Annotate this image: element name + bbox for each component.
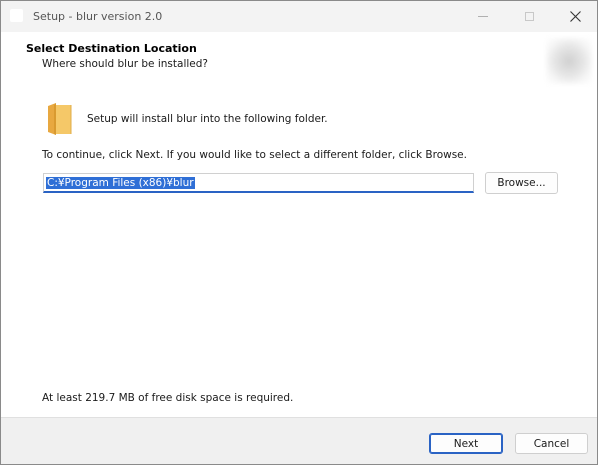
app-icon [10, 9, 23, 22]
title-bar[interactable]: Setup - blur version 2.0 [1, 1, 597, 32]
page-subtitle: Where should blur be installed? [42, 58, 208, 70]
cancel-button[interactable]: Cancel [515, 433, 588, 454]
maximize-icon [524, 12, 534, 21]
page-title: Select Destination Location [26, 42, 197, 55]
destination-path-input[interactable]: C:¥Program Files (x86)¥blur [43, 173, 474, 193]
wizard-footer: Next Cancel [1, 417, 597, 464]
disk-space-text: At least 219.7 MB of free disk space is … [42, 392, 294, 404]
path-value: C:¥Program Files (x86)¥blur [46, 176, 195, 189]
install-info-text: Setup will install blur into the followi… [87, 113, 328, 125]
wizard-header: Select Destination Location Where should… [1, 32, 597, 89]
continue-instructions: To continue, click Next. If you would li… [42, 149, 467, 161]
next-button[interactable]: Next [429, 433, 503, 454]
wizard-body: Setup will install blur into the followi… [1, 90, 597, 417]
close-icon [569, 11, 581, 22]
maximize-button[interactable] [506, 1, 552, 32]
setup-window: Setup - blur version 2.0 Select Destinat… [0, 0, 598, 465]
window-title: Setup - blur version 2.0 [33, 10, 163, 23]
minimize-button[interactable] [460, 1, 506, 32]
close-button[interactable] [552, 1, 597, 32]
browse-button[interactable]: Browse... [485, 172, 558, 194]
folder-icon [46, 102, 73, 136]
minimize-icon [478, 16, 488, 17]
wizard-image [546, 38, 592, 84]
